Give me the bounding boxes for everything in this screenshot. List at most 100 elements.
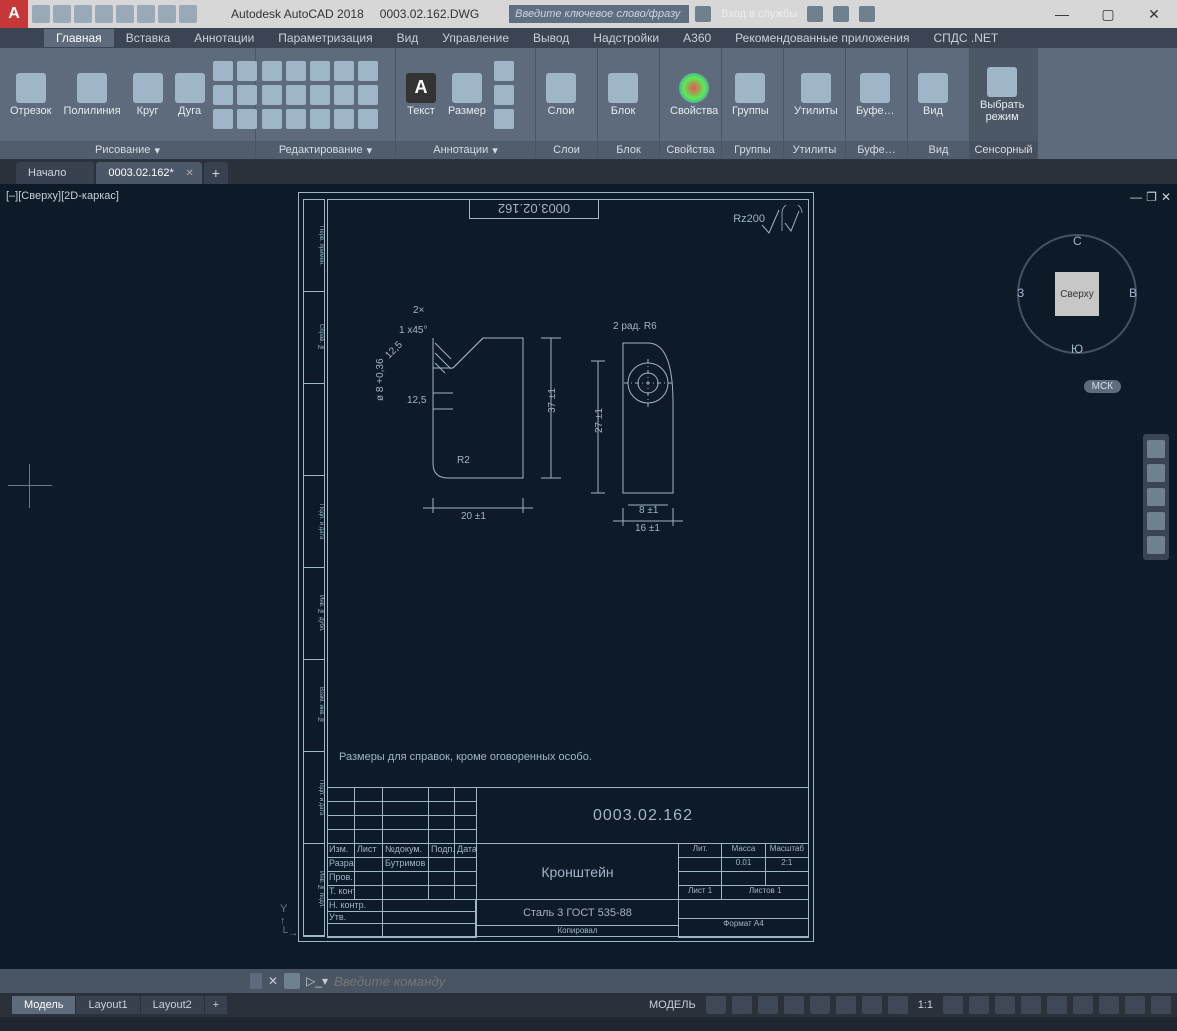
exchange-icon[interactable] — [807, 6, 823, 22]
viewcube-face[interactable]: Сверху — [1055, 272, 1099, 316]
line-button[interactable]: Отрезок — [6, 71, 55, 119]
cmdline-grip[interactable] — [250, 973, 262, 989]
drawing-canvas[interactable]: [–][Сверху][2D-каркас] — ❐ ✕ Y↑└→ Сверху… — [0, 184, 1177, 969]
cmdline-close-icon[interactable]: ✕ — [268, 974, 278, 988]
panel-clip-title[interactable]: Буфе… — [846, 141, 907, 159]
orbit-icon[interactable] — [1147, 512, 1165, 530]
move-icon[interactable] — [262, 61, 282, 81]
tab-featured[interactable]: Рекомендованные приложения — [723, 29, 921, 47]
tab-manage[interactable]: Управление — [430, 29, 521, 47]
tab-a360[interactable]: A360 — [671, 29, 723, 47]
otrack-toggle-icon[interactable] — [836, 996, 856, 1014]
signin-label[interactable]: Вход в службы — [721, 8, 797, 20]
compass-west[interactable]: З — [1017, 286, 1024, 300]
transparency-toggle-icon[interactable] — [888, 996, 908, 1014]
layout-model[interactable]: Модель — [12, 996, 75, 1014]
customize-icon[interactable] — [1151, 996, 1171, 1014]
layers-button[interactable]: Слои — [542, 71, 580, 119]
anno-icon[interactable] — [494, 109, 514, 129]
close-tab-icon[interactable]: ✕ — [185, 168, 193, 179]
tab-annotate[interactable]: Аннотации — [182, 29, 266, 47]
pan-icon[interactable] — [1147, 464, 1165, 482]
arc-button[interactable]: Дуга — [171, 71, 209, 119]
scale-icon[interactable] — [286, 109, 306, 129]
lineweight-toggle-icon[interactable] — [862, 996, 882, 1014]
new-tab-button[interactable]: + — [204, 162, 228, 184]
a360-icon[interactable] — [695, 6, 711, 22]
vp-restore-icon[interactable]: ❐ — [1146, 190, 1157, 204]
tab-view[interactable]: Вид — [385, 29, 431, 47]
array-icon[interactable] — [334, 85, 354, 105]
layout-1[interactable]: Layout1 — [76, 996, 139, 1014]
qat-save-icon[interactable] — [74, 5, 92, 23]
compass-north[interactable]: С — [1073, 234, 1082, 248]
maximize-button[interactable]: ▢ — [1085, 0, 1131, 28]
panel-groups-title[interactable]: Группы — [722, 141, 783, 159]
vp-close-icon[interactable]: ✕ — [1161, 190, 1171, 204]
table-icon[interactable] — [494, 85, 514, 105]
draw-small-icon[interactable] — [237, 85, 257, 105]
block-button[interactable]: Блок — [604, 71, 642, 119]
fillet-icon[interactable] — [310, 85, 330, 105]
qat-more-icon[interactable] — [179, 5, 197, 23]
command-input[interactable] — [334, 974, 927, 989]
compass-east[interactable]: В — [1129, 286, 1137, 300]
help-search[interactable]: Введите ключевое слово/фразу — [509, 5, 689, 23]
offset-icon[interactable] — [358, 85, 378, 105]
cleanscreen-icon[interactable] — [1125, 996, 1145, 1014]
tab-addins[interactable]: Надстройки — [581, 29, 671, 47]
cmdline-settings-icon[interactable] — [284, 973, 300, 989]
mirror-icon[interactable] — [286, 85, 306, 105]
wheel-icon[interactable] — [1147, 440, 1165, 458]
zoom-icon[interactable] — [1147, 488, 1165, 506]
ortho-toggle-icon[interactable] — [758, 996, 778, 1014]
layout-2[interactable]: Layout2 — [141, 996, 204, 1014]
layout-add-button[interactable]: + — [205, 996, 227, 1014]
circle-button[interactable]: Круг — [129, 71, 167, 119]
qat-undo-icon[interactable] — [137, 5, 155, 23]
minimize-button[interactable]: — — [1039, 0, 1085, 28]
qat-plot-icon[interactable] — [116, 5, 134, 23]
panel-view-title[interactable]: Вид — [908, 141, 969, 159]
panel-props-title[interactable]: Свойства — [660, 141, 721, 159]
status-scale-label[interactable]: 1:1 — [914, 999, 937, 1011]
panel-touch-title[interactable]: Сенсорный — [970, 141, 1037, 159]
vp-minimize-icon[interactable]: — — [1130, 190, 1142, 204]
explode-icon[interactable] — [358, 61, 378, 81]
status-model-label[interactable]: МОДЕЛЬ — [645, 999, 700, 1011]
panel-edit-title[interactable]: Редактирование ▾ — [256, 141, 395, 159]
units-icon[interactable] — [1021, 996, 1041, 1014]
panel-utils-title[interactable]: Утилиты — [784, 141, 845, 159]
stayconnected-icon[interactable] — [833, 6, 849, 22]
qat-open-icon[interactable] — [53, 5, 71, 23]
clipboard-button[interactable]: Буфе… — [852, 71, 899, 119]
edit-icon[interactable] — [334, 109, 354, 129]
tab-output[interactable]: Вывод — [521, 29, 581, 47]
erase-icon[interactable] — [334, 61, 354, 81]
draw-small-icon[interactable] — [213, 85, 233, 105]
workspace-icon[interactable] — [969, 996, 989, 1014]
tab-spds[interactable]: СПДС .NET — [922, 29, 1011, 47]
qat-saveas-icon[interactable] — [95, 5, 113, 23]
hardware-icon[interactable] — [1099, 996, 1119, 1014]
dimension-button[interactable]: Размер — [444, 71, 490, 119]
touch-mode-button[interactable]: Выбрать режим — [976, 65, 1028, 125]
draw-small-icon[interactable] — [213, 61, 233, 81]
quickprop-icon[interactable] — [1047, 996, 1067, 1014]
utilities-button[interactable]: Утилиты — [790, 71, 842, 119]
view-button[interactable]: Вид — [914, 71, 952, 119]
edit-icon[interactable] — [310, 109, 330, 129]
polyline-button[interactable]: Полилиния — [59, 71, 124, 119]
qat-new-icon[interactable] — [32, 5, 50, 23]
start-tab[interactable]: Начало — [16, 162, 94, 184]
isolate-icon[interactable] — [1073, 996, 1093, 1014]
draw-small-icon[interactable] — [237, 61, 257, 81]
annoscale-icon[interactable] — [943, 996, 963, 1014]
rotate-icon[interactable] — [286, 61, 306, 81]
groups-button[interactable]: Группы — [728, 71, 773, 119]
drawing-tab[interactable]: 0003.02.162*✕ — [96, 162, 201, 184]
grid-toggle-icon[interactable] — [706, 996, 726, 1014]
app-logo[interactable]: A — [0, 0, 28, 28]
wcs-badge[interactable]: МСК — [1084, 380, 1121, 393]
tab-home[interactable]: Главная — [44, 29, 114, 47]
